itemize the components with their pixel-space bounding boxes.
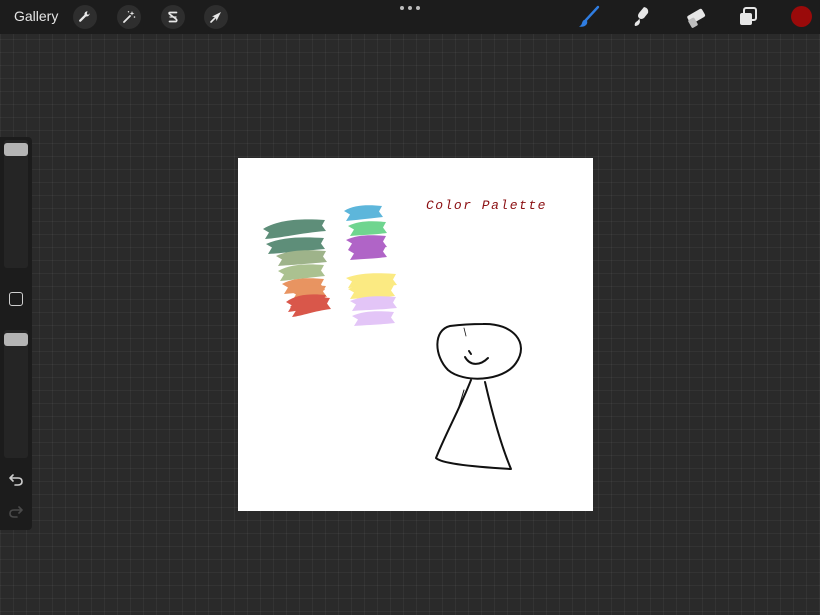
top-toolbar: Gallery (0, 0, 820, 34)
swatch-right-1 (348, 221, 387, 236)
swatch-column-right (344, 205, 397, 326)
opacity-handle[interactable] (4, 333, 28, 347)
actions-button[interactable] (73, 5, 97, 29)
magic-wand-icon (123, 11, 136, 23)
swatch-left-3 (278, 264, 325, 281)
undo-icon[interactable] (7, 470, 25, 488)
brush-icon (579, 5, 600, 27)
swatch-column-left (263, 219, 331, 317)
swatch-right-0 (344, 205, 383, 221)
selection-s-icon (168, 11, 178, 23)
redo-icon[interactable] (7, 502, 25, 520)
eraser-icon (687, 8, 706, 28)
brush-size-slider[interactable] (4, 140, 28, 268)
drawing-canvas[interactable]: Color Palette (238, 158, 593, 511)
color-picker-button[interactable] (791, 6, 812, 27)
transform-button[interactable] (204, 5, 228, 29)
modify-button-icon[interactable] (9, 292, 23, 306)
wrench-icon (79, 11, 90, 22)
layers-icon (740, 7, 757, 25)
smudge-icon (634, 7, 649, 26)
smudge-tool-button[interactable] (630, 5, 654, 29)
canvas-title-text: Color Palette (426, 198, 547, 213)
adjustments-button[interactable] (117, 5, 141, 29)
arrow-cursor-icon (210, 12, 221, 23)
swatch-right-7 (352, 311, 395, 326)
brush-size-handle[interactable] (4, 143, 28, 157)
swatch-left-0 (263, 219, 326, 239)
eraser-tool-button[interactable] (684, 5, 708, 29)
more-options-icon[interactable] (400, 2, 420, 14)
selection-button[interactable] (161, 5, 185, 29)
stick-figure-drawing (435, 322, 522, 470)
brush-tool-button[interactable] (577, 5, 601, 29)
canvas-artwork: Color Palette (263, 198, 547, 470)
layers-button[interactable] (736, 5, 760, 29)
left-sidebar (0, 137, 32, 530)
gallery-button[interactable]: Gallery (14, 8, 58, 24)
opacity-slider[interactable] (4, 330, 28, 458)
